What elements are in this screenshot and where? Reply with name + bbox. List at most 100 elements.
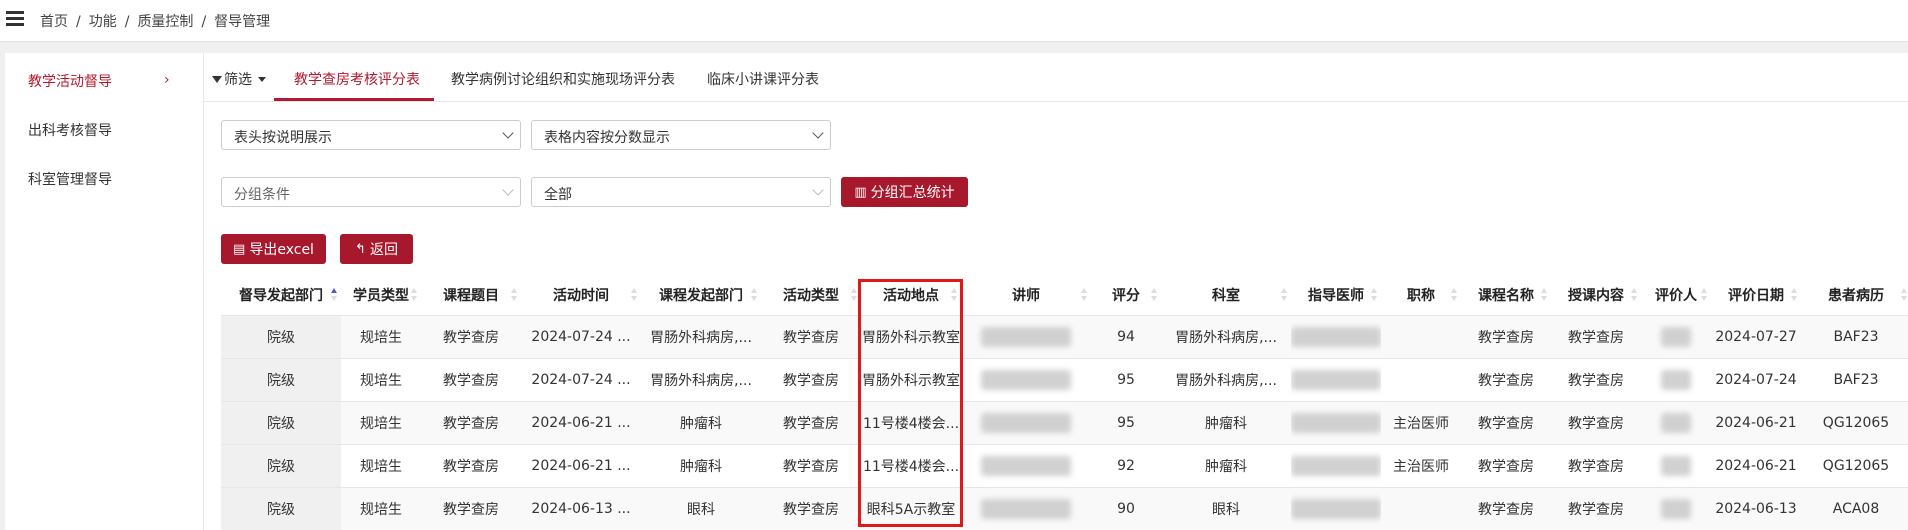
- sort-icon[interactable]: [411, 288, 417, 304]
- table-cell-department: 胃肠外科病房,...: [1161, 359, 1291, 401]
- table-cell-supervision-dept: 院级: [221, 402, 341, 444]
- cell-text: 胃肠外科病房,...: [650, 373, 752, 389]
- table-row[interactable]: 院级 规培生 教学查房 2024-06-21 ... 肿瘤科 教学查房 11号楼4楼会...…: [221, 401, 1908, 444]
- table-cell-activity-type: 教学查房: [761, 402, 861, 444]
- redacted-text: [981, 370, 1071, 390]
- table-header-title[interactable]: 职称: [1381, 275, 1461, 315]
- table-cell-department: 胃肠外科病房,...: [1161, 316, 1291, 358]
- sort-icon[interactable]: [1451, 288, 1457, 304]
- sort-icon[interactable]: [1151, 288, 1157, 304]
- sort-icon[interactable]: [1631, 288, 1637, 304]
- sort-icon[interactable]: [511, 288, 517, 304]
- table-cell-patient-record: ACA08: [1801, 488, 1908, 530]
- tab-small-lecture[interactable]: 临床小讲课评分表: [707, 69, 819, 89]
- table-row[interactable]: 院级 规培生 教学查房 2024-07-24 ... 胃肠外科病房,... 教学查房 胃肠外…: [221, 315, 1908, 358]
- table-header-activity-type[interactable]: 活动类型: [761, 275, 861, 315]
- cell-text: 眼科: [1212, 502, 1240, 518]
- cell-text: ACA08: [1832, 501, 1880, 517]
- cell-text: 2024-07-27: [1715, 329, 1797, 345]
- sort-icon[interactable]: [1701, 288, 1707, 304]
- filter-dropdown[interactable]: 筛选: [212, 69, 266, 89]
- table-header-supervision-dept[interactable]: 督导发起部门: [221, 275, 341, 315]
- header-label: 评价日期: [1728, 288, 1784, 304]
- table-header-student-type[interactable]: 学员类型: [341, 275, 421, 315]
- tab-teaching-rounds[interactable]: 教学查房考核评分表: [294, 69, 420, 89]
- table-header-content[interactable]: 授课内容: [1551, 275, 1641, 315]
- bar-chart-icon: ▥: [854, 184, 867, 200]
- sidebar-item-rotation-exam[interactable]: 出科考核督导: [28, 120, 112, 140]
- sort-icon[interactable]: [851, 288, 857, 304]
- table-cell-course-dept: 肿瘤科: [641, 402, 761, 444]
- cell-text: 院级: [267, 459, 295, 475]
- group-value-select[interactable]: 全部: [531, 177, 831, 207]
- sidebar-item-department-management[interactable]: 科室管理督导: [28, 169, 112, 189]
- sort-icon[interactable]: [1791, 288, 1797, 304]
- export-excel-button[interactable]: ▤ 导出excel: [221, 234, 326, 264]
- sort-icon[interactable]: [1901, 288, 1907, 304]
- cell-text: QG12065: [1822, 458, 1890, 474]
- table-row[interactable]: 院级 规培生 教学查房 2024-06-13 ... 眼科 教学查房 眼科5A示教室 90 眼科…: [221, 487, 1908, 530]
- group-stats-button[interactable]: ▥ 分组汇总统计: [841, 177, 968, 207]
- back-button[interactable]: ↰ 返回: [340, 234, 413, 264]
- sort-icon[interactable]: [1371, 288, 1377, 304]
- table-header-course-dept[interactable]: 课程发起部门: [641, 275, 761, 315]
- redacted-text: [1291, 499, 1381, 519]
- cell-text: 肿瘤科: [1205, 459, 1247, 475]
- table-header-department[interactable]: 科室: [1161, 275, 1291, 315]
- table-cell-course-name: 教学查房: [1461, 445, 1551, 487]
- table-header-course-name[interactable]: 课程名称: [1461, 275, 1551, 315]
- header-label: 督导发起部门: [239, 288, 323, 304]
- sort-icon[interactable]: [1081, 288, 1087, 304]
- menu-icon[interactable]: [6, 11, 24, 27]
- table-header-eval-date[interactable]: 评价日期: [1711, 275, 1801, 315]
- cell-text: 规培生: [360, 373, 402, 389]
- group-condition-select[interactable]: 分组条件: [221, 177, 521, 207]
- table-row[interactable]: 院级 规培生 教学查房 2024-06-21 ... 肿瘤科 教学查房 11号楼4楼会...…: [221, 444, 1908, 487]
- sidebar-item-teaching-activity[interactable]: 教学活动督导: [28, 71, 112, 91]
- table-cell-title: [1381, 488, 1461, 530]
- table-header-activity-time[interactable]: 活动时间: [521, 275, 641, 315]
- table-cell-score: 90: [1091, 488, 1161, 530]
- table-cell-course-dept: 胃肠外科病房,...: [641, 359, 761, 401]
- redacted-text: [1661, 456, 1691, 476]
- table-cell-lecturer: [961, 359, 1091, 401]
- cell-text: 94: [1117, 329, 1135, 345]
- redacted-text: [1661, 370, 1691, 390]
- cell-text: 肿瘤科: [680, 459, 722, 475]
- sort-icon[interactable]: [331, 288, 337, 304]
- table-cell-title: 主治医师: [1381, 445, 1461, 487]
- top-bar: 首页 / 功能 / 质量控制 / 督导管理: [0, 0, 1908, 42]
- cell-text: 教学查房: [1568, 373, 1624, 389]
- table-cell-evaluator: [1641, 445, 1711, 487]
- cell-text: 主治医师: [1393, 416, 1449, 432]
- table-cell-content: 教学查房: [1551, 402, 1641, 444]
- redacted-text: [981, 456, 1071, 476]
- table-header-patient-record[interactable]: 患者病历: [1801, 275, 1908, 315]
- tab-case-discussion[interactable]: 教学病例讨论组织和实施现场评分表: [451, 69, 675, 89]
- sort-icon[interactable]: [1281, 288, 1287, 304]
- cell-text: 教学查房: [443, 416, 499, 432]
- content-mode-select[interactable]: 表格内容按分数显示: [531, 120, 831, 150]
- table-cell-eval-date: 2024-07-24: [1711, 359, 1801, 401]
- sort-icon[interactable]: [751, 288, 757, 304]
- table-header-course-topic[interactable]: 课程题目: [421, 275, 521, 315]
- chevron-down-icon: [502, 184, 514, 196]
- breadcrumb-item-quality[interactable]: 质量控制: [137, 14, 193, 30]
- cell-text: 2024-07-24 ...: [531, 372, 631, 388]
- table-header-score[interactable]: 评分: [1091, 275, 1161, 315]
- table-cell-evaluator: [1641, 488, 1711, 530]
- sort-icon[interactable]: [1541, 288, 1547, 304]
- breadcrumb-item-function[interactable]: 功能: [89, 14, 117, 30]
- header-mode-select[interactable]: 表头按说明展示: [221, 120, 521, 150]
- table-header-evaluator[interactable]: 评价人: [1641, 275, 1711, 315]
- table-cell-lecturer: [961, 316, 1091, 358]
- table-header-lecturer[interactable]: 讲师: [961, 275, 1091, 315]
- table-cell-score: 95: [1091, 402, 1161, 444]
- table-cell-patient-record: BAF23: [1801, 359, 1908, 401]
- breadcrumb-item-home[interactable]: 首页: [40, 14, 68, 30]
- sort-icon[interactable]: [631, 288, 637, 304]
- table-row[interactable]: 院级 规培生 教学查房 2024-07-24 ... 胃肠外科病房,... 教学查房 胃肠外…: [221, 358, 1908, 401]
- table-header-mentor[interactable]: 指导医师: [1291, 275, 1381, 315]
- table-cell-activity-type: 教学查房: [761, 316, 861, 358]
- cell-text: 教学查房: [1568, 502, 1624, 518]
